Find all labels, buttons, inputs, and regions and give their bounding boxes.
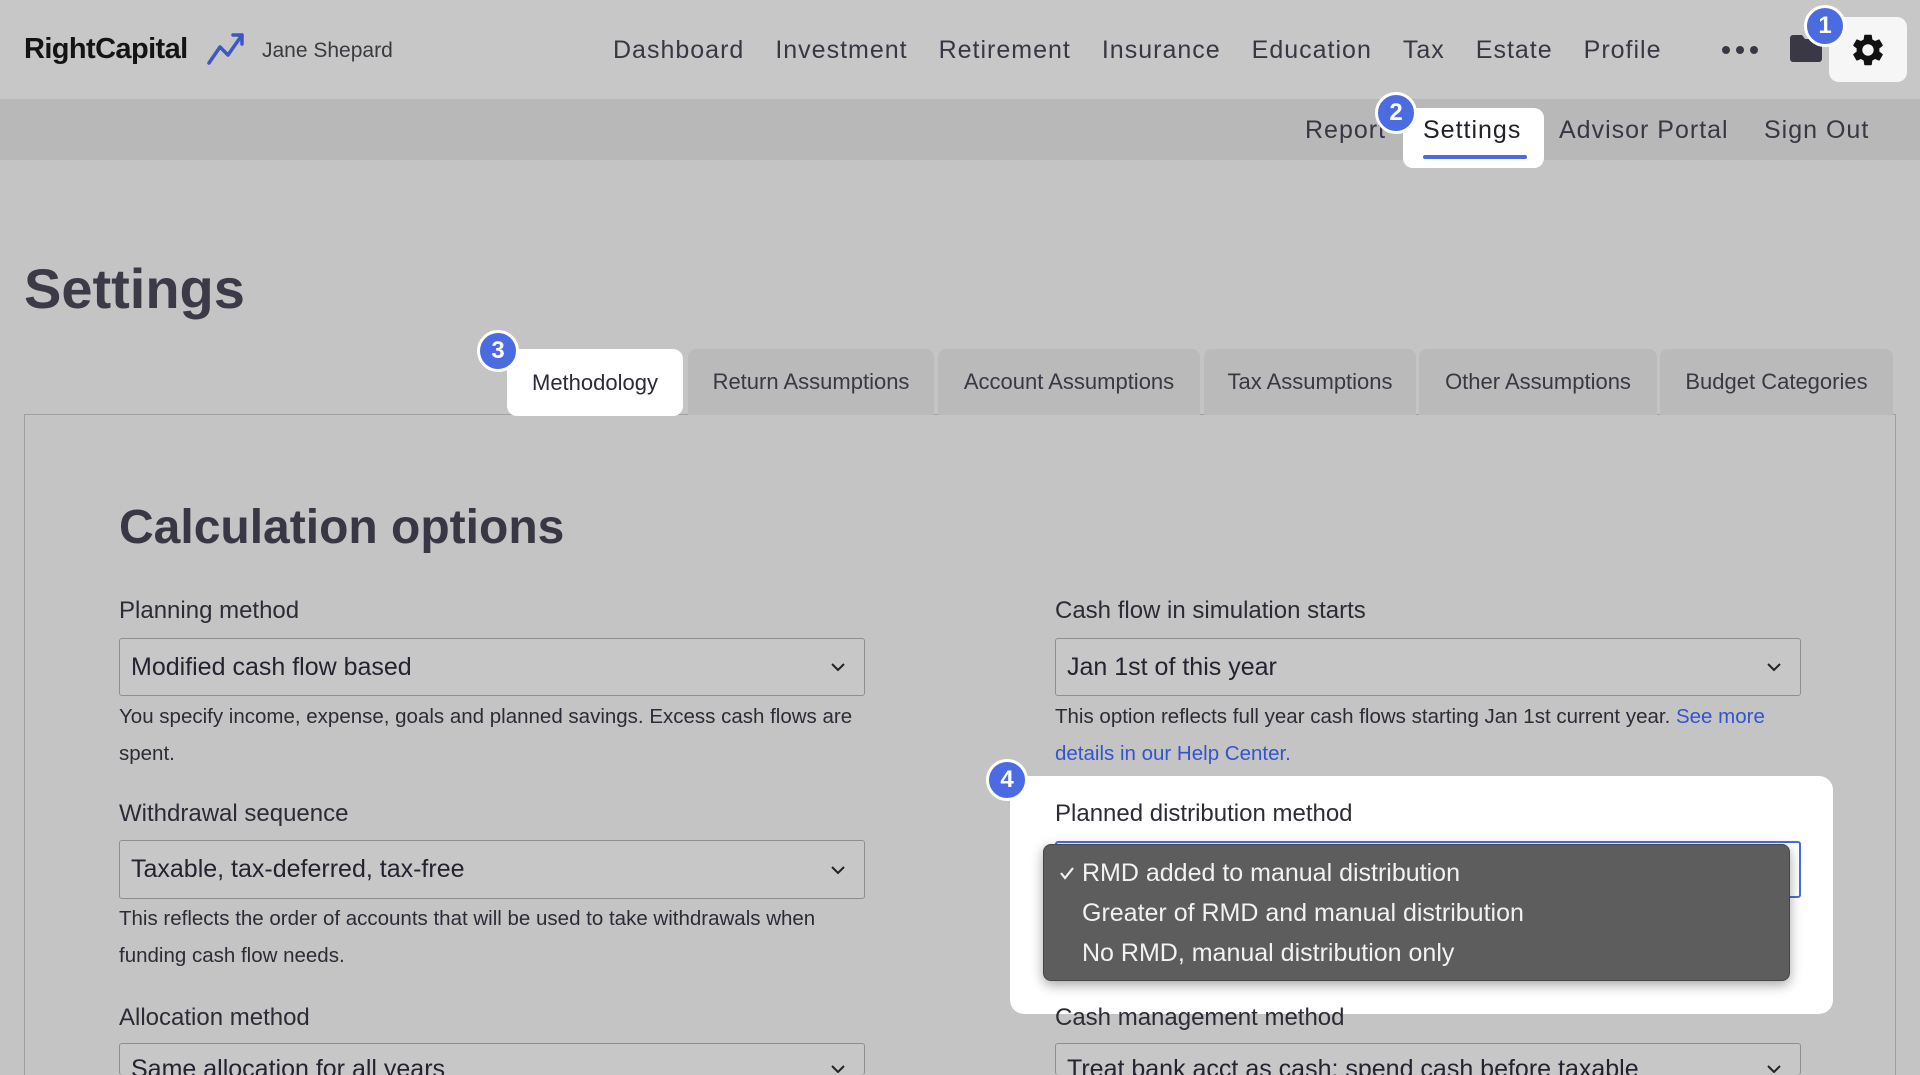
nav-estate[interactable]: Estate [1476, 34, 1553, 66]
checkmark-icon [1060, 867, 1074, 880]
dropdown-option-label: RMD added to manual distribution [1082, 858, 1460, 887]
tutorial-step-badge-1: 1 [1804, 5, 1846, 47]
dropdown-option-label: Greater of RMD and manual distribution [1082, 898, 1524, 927]
more-icon[interactable] [1722, 46, 1760, 55]
subnav-sign-out[interactable]: Sign Out [1764, 114, 1869, 146]
planning-method-value: Modified cash flow based [131, 653, 412, 681]
nav-retirement[interactable]: Retirement [939, 34, 1071, 66]
page-title: Settings [24, 257, 245, 320]
chevron-down-icon [831, 663, 845, 672]
chevron-down-icon [1767, 1065, 1781, 1074]
tab-account-assumptions[interactable]: Account Assumptions [938, 349, 1200, 415]
main-nav: Dashboard Investment Retirement Insuranc… [613, 34, 1662, 66]
planning-method-label: Planning method [119, 597, 300, 624]
planned-distribution-label: Planned distribution method [1055, 800, 1353, 827]
dropdown-option[interactable]: No RMD, manual distribution only [1044, 933, 1789, 973]
nav-tax[interactable]: Tax [1403, 34, 1445, 66]
active-underline [1423, 155, 1527, 159]
nav-profile[interactable]: Profile [1584, 34, 1662, 66]
withdrawal-sequence-help: This reflects the order of accounts that… [119, 907, 816, 967]
subnav-advisor-portal[interactable]: Advisor Portal [1559, 114, 1729, 146]
chevron-down-icon [1767, 663, 1781, 672]
cash-flow-start-help: This option reflects full year cash flow… [1055, 698, 1801, 772]
withdrawal-sequence-value: Taxable, tax-deferred, tax-free [131, 855, 465, 883]
planning-method-help: You specify income, expense, goals and p… [119, 705, 853, 765]
subnav-settings-label: Settings [1423, 116, 1522, 144]
cash-management-value: Treat bank acct as cash; spend cash befo… [1067, 1055, 1639, 1075]
subnav-settings[interactable]: Settings [1403, 108, 1544, 168]
tutorial-step-badge-4: 4 [986, 759, 1028, 801]
tutorial-step-badge-2: 2 [1375, 92, 1417, 134]
gear-icon [1853, 34, 1883, 65]
nav-dashboard[interactable]: Dashboard [613, 34, 744, 66]
tutorial-step-badge-3: 3 [477, 330, 519, 372]
allocation-method-value: Same allocation for all years [131, 1055, 446, 1075]
tab-return-assumptions[interactable]: Return Assumptions [688, 349, 934, 415]
planned-distribution-dropdown: RMD added to manual distribution Greater… [1043, 844, 1790, 981]
dropdown-option[interactable]: RMD added to manual distribution [1044, 853, 1789, 893]
allocation-method-label: Allocation method [119, 1004, 310, 1031]
cash-flow-start-select[interactable]: Jan 1st of this year [1055, 638, 1801, 696]
tab-tax-assumptions[interactable]: Tax Assumptions [1204, 349, 1416, 415]
chevron-down-icon [831, 1065, 845, 1074]
section-title: Calculation options [119, 501, 565, 554]
cash-flow-start-value: Jan 1st of this year [1067, 653, 1277, 681]
nav-education[interactable]: Education [1252, 34, 1372, 66]
nav-insurance[interactable]: Insurance [1102, 34, 1221, 66]
cash-flow-start-label: Cash flow in simulation starts [1055, 597, 1366, 624]
tab-other-assumptions[interactable]: Other Assumptions [1419, 349, 1657, 415]
dropdown-option[interactable]: Greater of RMD and manual distribution [1044, 893, 1789, 933]
withdrawal-sequence-select[interactable]: Taxable, tax-deferred, tax-free [119, 840, 865, 899]
withdrawal-sequence-label: Withdrawal sequence [119, 800, 349, 827]
dropdown-option-label: No RMD, manual distribution only [1082, 938, 1455, 967]
cash-flow-start-help-text: This option reflects full year cash flow… [1055, 705, 1671, 728]
cash-management-label: Cash management method [1055, 1004, 1345, 1031]
planning-method-select[interactable]: Modified cash flow based [119, 638, 865, 696]
rightcapital-logo[interactable]: RightCapital [24, 31, 188, 67]
tab-budget-categories[interactable]: Budget Categories [1660, 349, 1893, 415]
tab-methodology[interactable]: Methodology [507, 349, 683, 416]
trend-arrow-icon [207, 33, 244, 65]
client-name[interactable]: Jane Shepard [262, 38, 393, 64]
allocation-method-select[interactable]: Same allocation for all years [119, 1043, 865, 1075]
subnav-report[interactable]: Report [1305, 114, 1386, 146]
chevron-down-icon [831, 866, 845, 875]
nav-investment[interactable]: Investment [775, 34, 907, 66]
cash-management-select[interactable]: Treat bank acct as cash; spend cash befo… [1055, 1043, 1801, 1075]
